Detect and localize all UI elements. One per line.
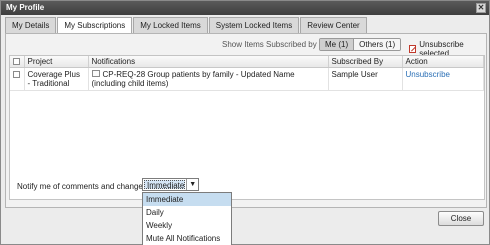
notification-cell: CP-REQ-28 Group patients by family - Upd… (88, 67, 329, 91)
tab-system-locked-items[interactable]: System Locked Items (208, 17, 300, 33)
column-header-notifications[interactable]: Notifications (88, 56, 329, 68)
unsubscribe-link[interactable]: Unsubscribe (406, 70, 450, 79)
my-profile-dialog: My Profile ✕ My Details My Subscriptions… (0, 0, 490, 245)
option-immediate[interactable]: Immediate (143, 193, 231, 206)
row-checkbox[interactable] (13, 70, 20, 78)
table-row: Coverage Plus - Traditional CP-REQ-28 Gr… (10, 67, 484, 91)
subscriptions-toolbar: Show Items Subscribed by Me (1) Others (… (6, 34, 486, 58)
subscriptions-table: Project Notifications Subscribed By Acti… (9, 55, 485, 200)
close-icon[interactable]: ✕ (476, 3, 486, 13)
notify-frequency-dropdown: Immediate Daily Weekly Mute All Notifica… (142, 192, 232, 245)
tab-my-locked-items[interactable]: My Locked Items (133, 17, 208, 33)
show-subscribed-by-label: Show Items Subscribed by (222, 40, 317, 49)
tab-bar: My Details My Subscriptions My Locked It… (5, 17, 367, 34)
notify-label: Notify me of comments and changes: (17, 182, 150, 191)
option-mute-all[interactable]: Mute All Notifications (143, 232, 231, 245)
chevron-down-icon[interactable]: ▼ (186, 179, 198, 190)
row-select-cell (10, 67, 25, 91)
option-daily[interactable]: Daily (143, 206, 231, 219)
option-weekly[interactable]: Weekly (143, 219, 231, 232)
select-all-header (10, 56, 25, 68)
column-header-subscribed-by[interactable]: Subscribed By (328, 56, 403, 68)
tab-review-center[interactable]: Review Center (300, 17, 367, 33)
select-all-checkbox[interactable] (13, 58, 20, 66)
subscribed-by-cell: Sample User (328, 67, 403, 91)
project-cell: Coverage Plus - Traditional (24, 67, 89, 91)
notify-frequency-select[interactable]: Immediate ▼ (142, 178, 199, 191)
tab-my-details[interactable]: My Details (5, 17, 57, 33)
tab-my-subscriptions[interactable]: My Subscriptions (57, 17, 133, 34)
notify-selected-value: Immediate (144, 180, 186, 190)
subscribed-by-toggle: Me (1) Others (1) (319, 38, 402, 51)
notification-item-icon (91, 69, 100, 77)
notification-text: CP-REQ-28 Group patients by family - Upd… (91, 69, 295, 88)
column-header-project[interactable]: Project (24, 56, 89, 68)
me-filter-button[interactable]: Me (1) (320, 39, 354, 50)
unsubscribe-icon (409, 45, 417, 53)
action-cell: Unsubscribe (402, 67, 484, 91)
dialog-title: My Profile (6, 3, 45, 12)
close-button[interactable]: Close (438, 211, 484, 226)
dialog-titlebar: My Profile ✕ (1, 1, 489, 15)
others-filter-button[interactable]: Others (1) (353, 39, 401, 50)
column-header-action[interactable]: Action (402, 56, 484, 68)
table-header-row: Project Notifications Subscribed By Acti… (10, 56, 484, 68)
